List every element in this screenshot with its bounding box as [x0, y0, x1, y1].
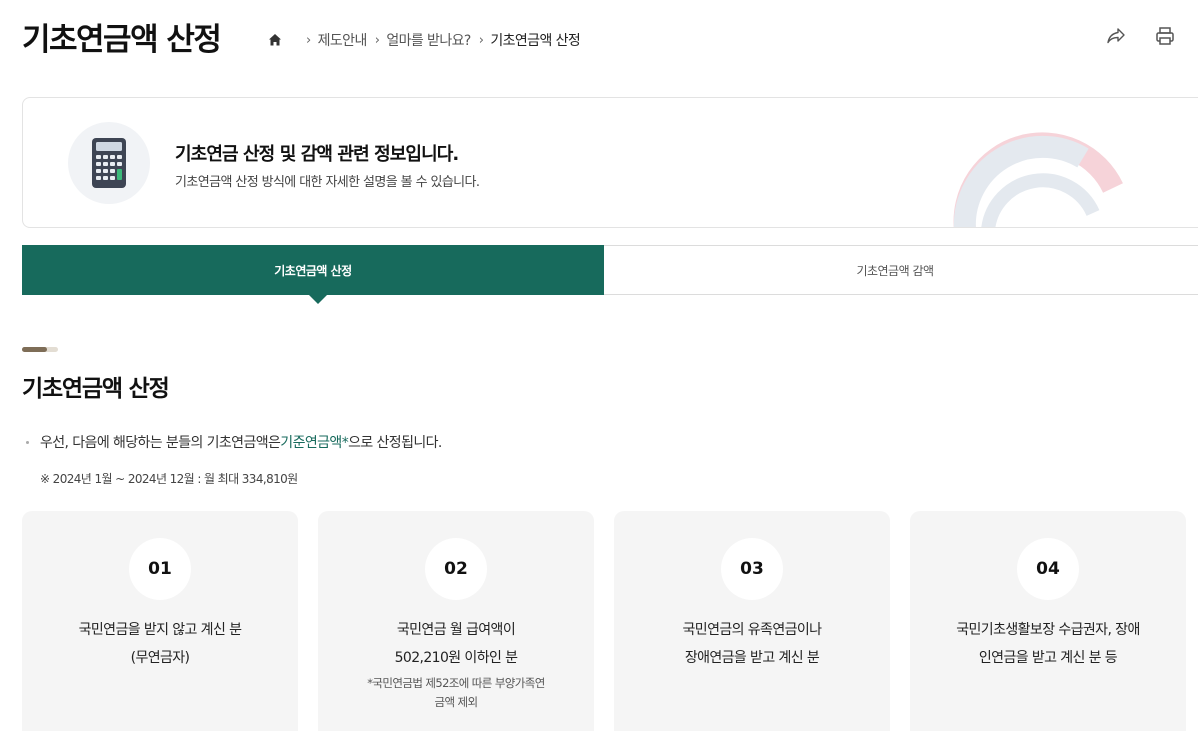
info-description: 기초연금액 산정 방식에 대한 자세한 설명을 볼 수 있습니다. — [175, 175, 480, 190]
chevron-right-icon: › — [478, 32, 484, 48]
tab-bar: 기초연금액 산정 기초연금액 감액 — [22, 245, 1198, 295]
card-text: 국민연금을 받지 않고 계신 분 (무연금자) — [78, 622, 242, 666]
chevron-right-icon: › — [306, 32, 311, 48]
card-number: 03 — [721, 538, 783, 600]
eligibility-card: 04 국민기초생활보장 수급권자, 장애 인연금을 받고 계신 분 등 — [910, 511, 1186, 731]
tab-calculation[interactable]: 기초연금액 산정 — [22, 245, 604, 295]
page-header: 기초연금액 산정 › 제도안내 › 얼마를 받나요? › 기초연금액 산정 — [0, 0, 1198, 80]
info-box: 기초연금 산정 및 감액 관련 정보입니다. 기초연금액 산정 방식에 대한 자… — [22, 97, 1198, 228]
breadcrumb: › 제도안내 › 얼마를 받나요? › 기초연금액 산정 — [268, 30, 588, 50]
card-number: 02 — [425, 538, 487, 600]
intro-text: 우선, 다음에 해당하는 분들의 기초연금액은 기준연금액* 으로 산정됩니다. — [26, 432, 442, 452]
eligibility-card: 02 국민연금 월 급여액이 502,210원 이하인 분 *국민연금법 제52… — [318, 511, 594, 731]
intro-highlight: 기준연금액* — [280, 435, 349, 451]
page-title: 기초연금액 산정 — [22, 22, 222, 58]
eligibility-card: 03 국민연금의 유족연금이나 장애연금을 받고 계신 분 — [614, 511, 890, 731]
card-text: 국민연금 월 급여액이 502,210원 이하인 분 — [394, 622, 518, 666]
intro-text-before: 우선, 다음에 해당하는 분들의 기초연금액은 — [40, 435, 281, 451]
chevron-right-icon: › — [374, 32, 380, 48]
card-text: 국민연금의 유족연금이나 장애연금을 받고 계신 분 — [682, 622, 823, 666]
card-number: 04 — [1017, 538, 1079, 600]
info-title: 기초연금 산정 및 감액 관련 정보입니다. — [175, 144, 459, 165]
tab-reduction[interactable]: 기초연금액 감액 — [604, 246, 1186, 294]
home-icon[interactable] — [268, 33, 282, 47]
eligibility-card: 01 국민연금을 받지 않고 계신 분 (무연금자) — [22, 511, 298, 731]
card-footnote: *국민연금법 제52조에 따른 부양가족연 금액 제외 — [367, 676, 545, 709]
breadcrumb-item[interactable]: 제도안내 — [318, 30, 368, 50]
print-icon[interactable] — [1153, 24, 1177, 48]
emblem-icon — [953, 132, 1123, 227]
card-number: 01 — [129, 538, 191, 600]
bullet-icon — [26, 440, 29, 444]
breadcrumb-item[interactable]: 얼마를 받나요? — [386, 30, 471, 50]
share-icon[interactable] — [1104, 24, 1128, 48]
card-text: 국민기초생활보장 수급권자, 장애 인연금을 받고 계신 분 등 — [956, 622, 1140, 666]
calculator-icon — [68, 122, 150, 204]
section-title: 기초연금액 산정 — [22, 376, 170, 402]
section-decoration — [22, 347, 58, 352]
amount-note: ※ 2024년 1월 ~ 2024년 12월 : 월 최대 334,810원 — [40, 472, 298, 486]
active-tab-indicator — [309, 295, 327, 304]
intro-text-after: 으로 산정됩니다. — [348, 435, 442, 451]
breadcrumb-current: 기초연금액 산정 — [490, 33, 581, 49]
